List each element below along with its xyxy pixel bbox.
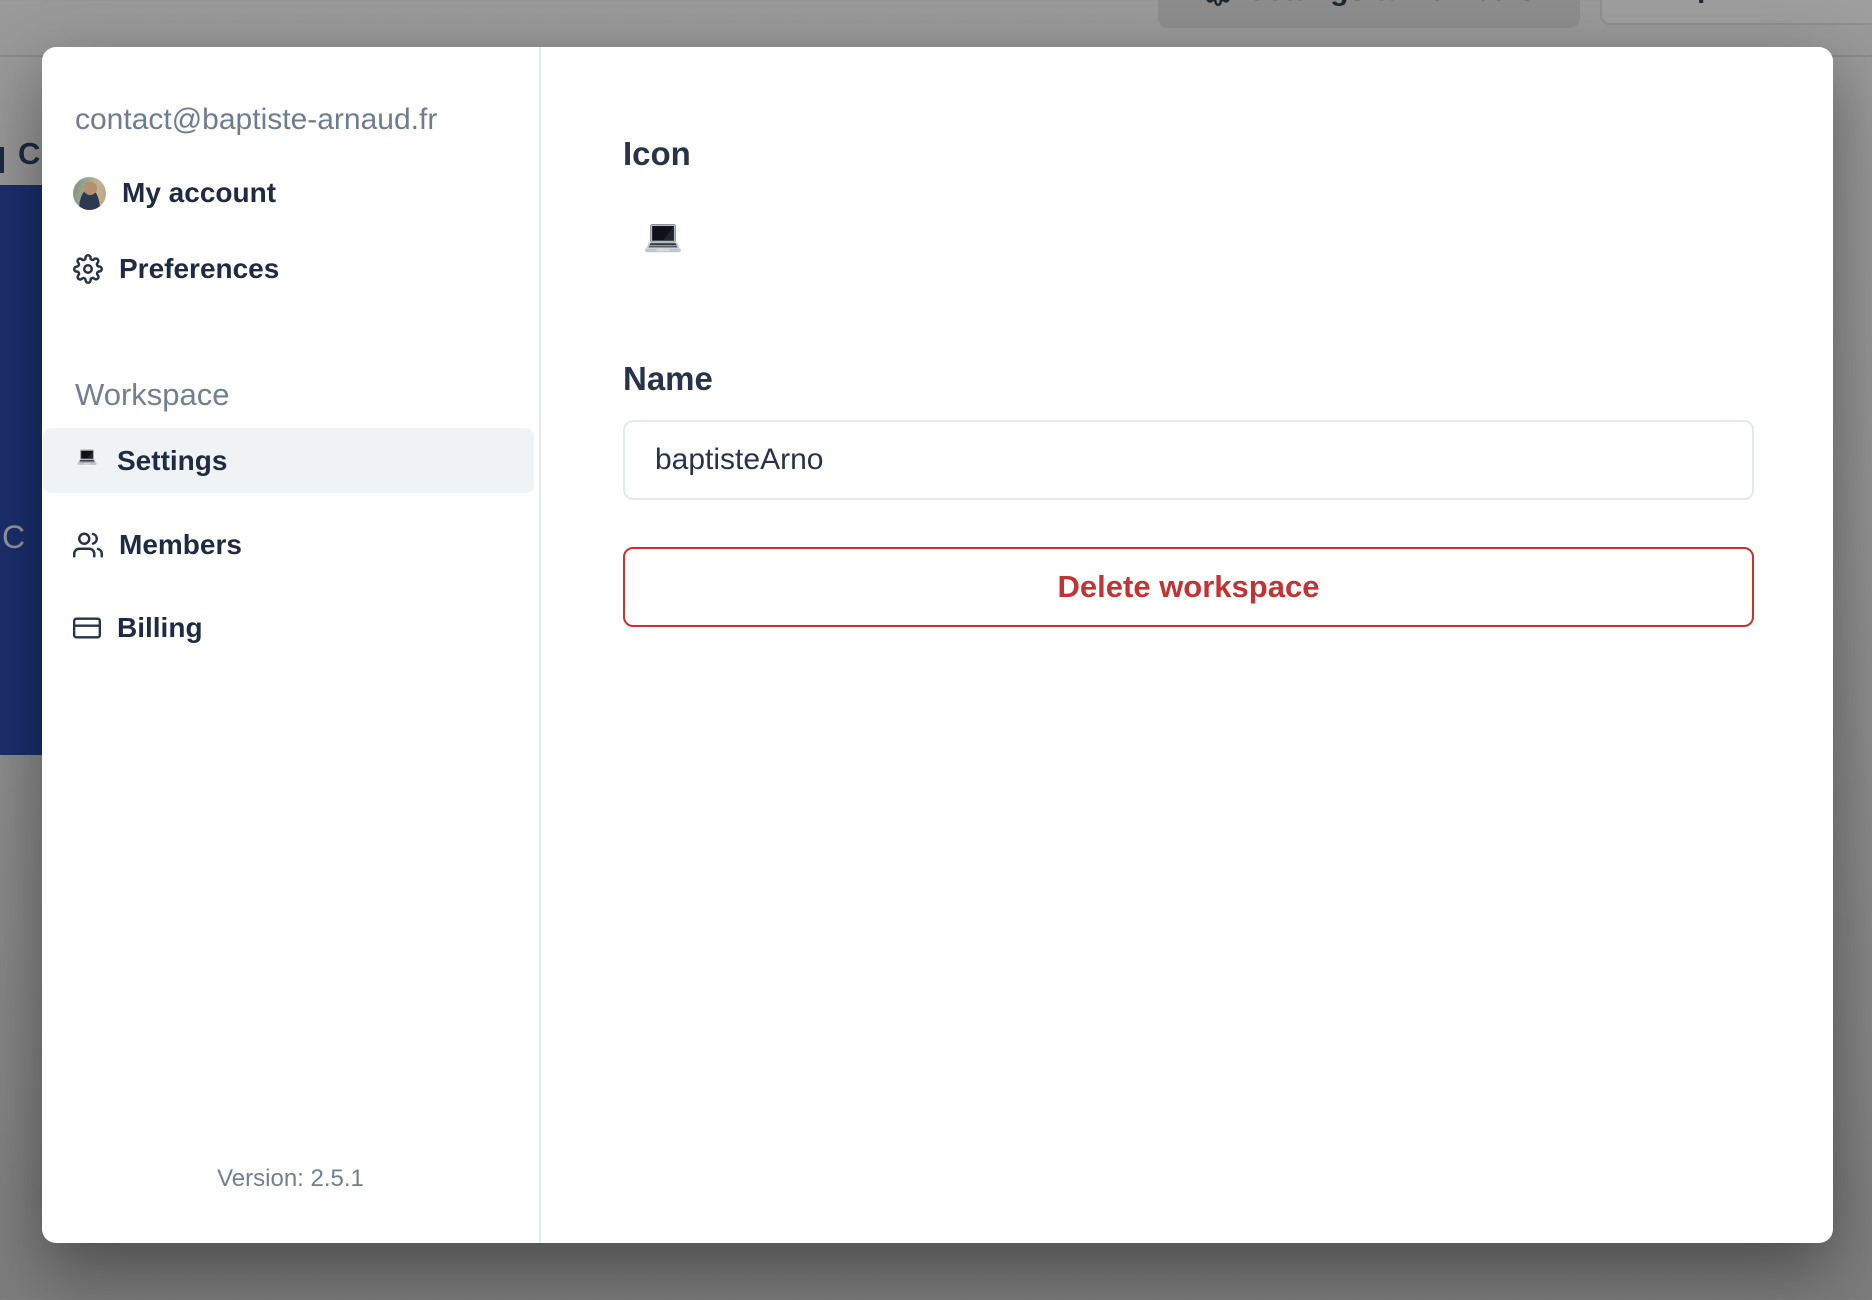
name-section-label: Name: [623, 360, 713, 397]
workspace-settings-content: Icon Name Delete workspace: [541, 47, 1833, 1243]
sidebar-item-label: Members: [119, 529, 242, 560]
settings-members-button[interactable]: Settings & Members: [1158, 0, 1580, 28]
clipped-icon-fragment: [0, 147, 4, 173]
laptop-icon: [1616, 0, 1650, 5]
sidebar-item-settings[interactable]: Settings: [43, 428, 534, 493]
sidebar-item-label: Billing: [117, 612, 203, 643]
sidebar-item-label: My account: [122, 177, 277, 208]
create-typebot-card-letter: C: [2, 519, 26, 555]
settings-sidebar: contact@baptiste-arnaud.fr My account Pr…: [42, 47, 541, 1243]
laptop-icon: [77, 449, 97, 465]
sidebar-item-my-account[interactable]: My account: [73, 173, 539, 213]
delete-workspace-button[interactable]: Delete workspace: [623, 547, 1754, 627]
workspace-section-header: Workspace: [75, 377, 230, 412]
create-typebot-card: C: [0, 185, 42, 755]
icon-section-label: Icon: [623, 135, 691, 172]
sidebar-item-label: Settings: [117, 444, 228, 476]
settings-members-label: Settings & Members: [1247, 0, 1535, 8]
workspace-settings-modal: contact@baptiste-arnaud.fr My account Pr…: [42, 47, 1833, 1243]
laptop-icon: [645, 223, 681, 253]
gear-icon: [1206, 0, 1230, 6]
sidebar-item-billing[interactable]: Billing: [73, 608, 539, 648]
workspace-menu-label: baptisteArno: [1662, 0, 1847, 5]
credit-card-icon: [73, 617, 101, 639]
workspace-name-input[interactable]: [623, 420, 1754, 500]
avatar: [73, 176, 106, 210]
sidebar-item-preferences[interactable]: Preferences: [73, 249, 539, 289]
version-label: Version: 2.5.1: [217, 1165, 364, 1192]
workspace-menu-button[interactable]: baptisteArno: [1600, 0, 1872, 25]
account-email: contact@baptiste-arnaud.fr: [75, 103, 438, 136]
workspace-icon-button[interactable]: [637, 219, 689, 271]
users-icon: [73, 532, 103, 558]
sidebar-item-members[interactable]: Members: [73, 525, 539, 565]
sidebar-item-label: Preferences: [119, 253, 280, 284]
gear-icon: [73, 254, 103, 284]
